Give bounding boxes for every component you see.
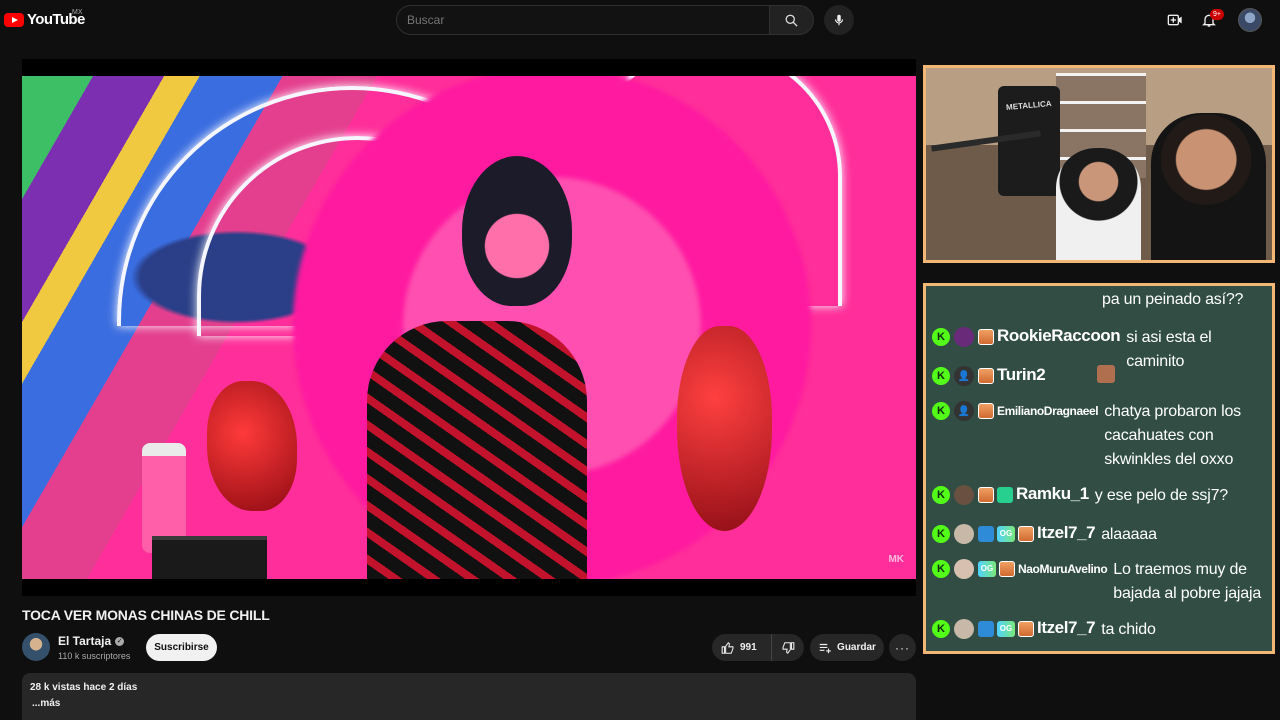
chat-username: Ramku_1 <box>1016 484 1089 503</box>
streamer-left <box>1056 148 1141 260</box>
show-more-link[interactable]: ...más <box>30 698 908 709</box>
og-badge-icon: OG <box>997 621 1015 637</box>
description-box[interactable]: 28 k vistas hace 2 días ...más <box>22 673 916 720</box>
top-bar: YouTube MX 9+ <box>0 0 1280 40</box>
create-button[interactable] <box>1165 10 1185 30</box>
kick-icon: K <box>932 620 950 638</box>
verified-icon: ✓ <box>115 636 125 646</box>
chat-message-text: chatya probaron los cacahuates con skwin… <box>1104 403 1241 468</box>
subscriber-badge-icon <box>978 403 994 419</box>
performer-head <box>462 156 572 306</box>
like-button[interactable]: 991 <box>712 634 772 661</box>
chat-message-text: si asi esta el caminito <box>1126 329 1212 370</box>
chat-username: Itzel7_7 <box>1037 523 1096 542</box>
desk-equipment <box>152 536 267 579</box>
user-avatar-icon <box>954 524 974 544</box>
chat-username: NaoMuruAvelino <box>1018 562 1108 576</box>
like-dislike-group: 991 <box>712 634 804 661</box>
search-button[interactable] <box>770 5 814 35</box>
youtube-play-icon <box>4 12 24 27</box>
kick-icon: K <box>932 402 950 420</box>
chat-message: K Ramku_1 y ese pelo de ssj7? <box>932 484 1228 508</box>
moderator-badge-icon <box>978 526 994 542</box>
channel-name-link[interactable]: El Tartaja ✓ <box>58 634 125 648</box>
chat-username: Itzel7_7 <box>1037 618 1096 637</box>
mic-icon <box>834 14 844 26</box>
chat-message: K 👤 EmilianoDragnaeel chatya probaron lo… <box>932 400 1254 472</box>
chat-message: K OG NaoMuruAvelino Lo traemos muy de ba… <box>932 558 1263 606</box>
og-badge-icon: OG <box>978 561 996 577</box>
chat-username: EmilianoDragnaeel <box>997 404 1099 418</box>
dislike-button[interactable] <box>772 634 804 661</box>
more-icon: ··· <box>895 640 910 655</box>
subscriber-badge-icon <box>978 329 994 345</box>
kick-icon: K <box>932 525 950 543</box>
chat-username: RookieRaccoon <box>997 326 1121 345</box>
thumbs-down-icon <box>782 641 795 654</box>
notification-count-badge: 9+ <box>1210 9 1224 20</box>
gift-badge-icon <box>997 487 1013 503</box>
subscriber-badge-icon <box>978 368 994 384</box>
stream-webcam: METALLICA <box>923 65 1275 263</box>
save-label: Guardar <box>837 642 876 653</box>
kick-icon: K <box>932 486 950 504</box>
subscriber-badge-icon <box>978 487 994 503</box>
channel-avatar[interactable] <box>22 633 50 661</box>
chat-message-text: ta chido <box>1101 621 1156 638</box>
video-frame[interactable]: MK <box>22 76 916 579</box>
user-avatar-icon <box>954 619 974 639</box>
user-avatar[interactable] <box>1238 8 1262 32</box>
thumbs-up-icon <box>721 641 734 654</box>
subscriber-badge-icon <box>1018 526 1034 542</box>
subscriber-badge-icon <box>999 561 1015 577</box>
chat-message-text: y ese pelo de ssj7? <box>1094 487 1228 504</box>
views-and-date: 28 k vistas hace 2 días <box>30 682 138 693</box>
costume-body <box>367 321 587 579</box>
kick-icon: K <box>932 367 950 385</box>
like-count: 991 <box>740 642 757 653</box>
user-avatar-icon <box>954 485 974 505</box>
user-avatar-icon <box>954 327 974 347</box>
search-input[interactable] <box>396 5 770 35</box>
stream-chat: pa un peinado así?? K RookieRaccoon si a… <box>923 283 1275 654</box>
kick-icon: K <box>932 560 950 578</box>
video-title: TOCA VER MONAS CHINAS DE CHILL <box>22 607 270 623</box>
search-icon <box>785 14 798 27</box>
video-watermark: MK <box>888 554 904 565</box>
search-box <box>396 5 814 35</box>
red-glove-left <box>207 381 297 511</box>
more-actions-button[interactable]: ··· <box>889 634 916 661</box>
add-to-playlist-icon <box>819 643 831 653</box>
voice-search-button[interactable] <box>824 5 854 35</box>
emote-icon <box>1097 365 1116 383</box>
moderator-badge-icon <box>978 621 994 637</box>
video-player[interactable]: MK <box>22 59 916 596</box>
chat-message-text: Lo traemos muy de bajada al pobre jajaja <box>1113 561 1262 602</box>
subscriber-count: 110 k suscriptores <box>58 651 131 661</box>
chat-message: K 👤 Turin2 <box>932 365 1116 386</box>
chat-message: pa un peinado así?? <box>932 288 1243 312</box>
channel-name: El Tartaja <box>58 634 112 648</box>
red-glove-right <box>677 326 772 531</box>
subscriber-badge-icon <box>1018 621 1034 637</box>
og-badge-icon: OG <box>997 526 1015 542</box>
chat-message-text: pa un peinado así?? <box>1102 291 1244 308</box>
streamer-right <box>1151 113 1266 260</box>
chat-message: K OG Itzel7_7 alaaaaa <box>932 523 1157 547</box>
chat-username: Turin2 <box>997 365 1046 384</box>
subscribe-button[interactable]: Suscribirse <box>146 634 217 661</box>
chat-message: K OG Itzel7_7 ta chido <box>932 618 1156 642</box>
youtube-logo[interactable]: YouTube MX <box>4 9 85 28</box>
country-code: MX <box>72 9 83 16</box>
create-icon <box>1167 14 1182 26</box>
chat-message-text: alaaaaa <box>1101 526 1157 543</box>
user-avatar-icon <box>954 559 974 579</box>
save-button[interactable]: Guardar <box>810 634 884 661</box>
user-avatar-icon: 👤 <box>954 401 974 421</box>
kick-icon: K <box>932 328 950 346</box>
user-avatar-icon: 👤 <box>954 366 974 386</box>
